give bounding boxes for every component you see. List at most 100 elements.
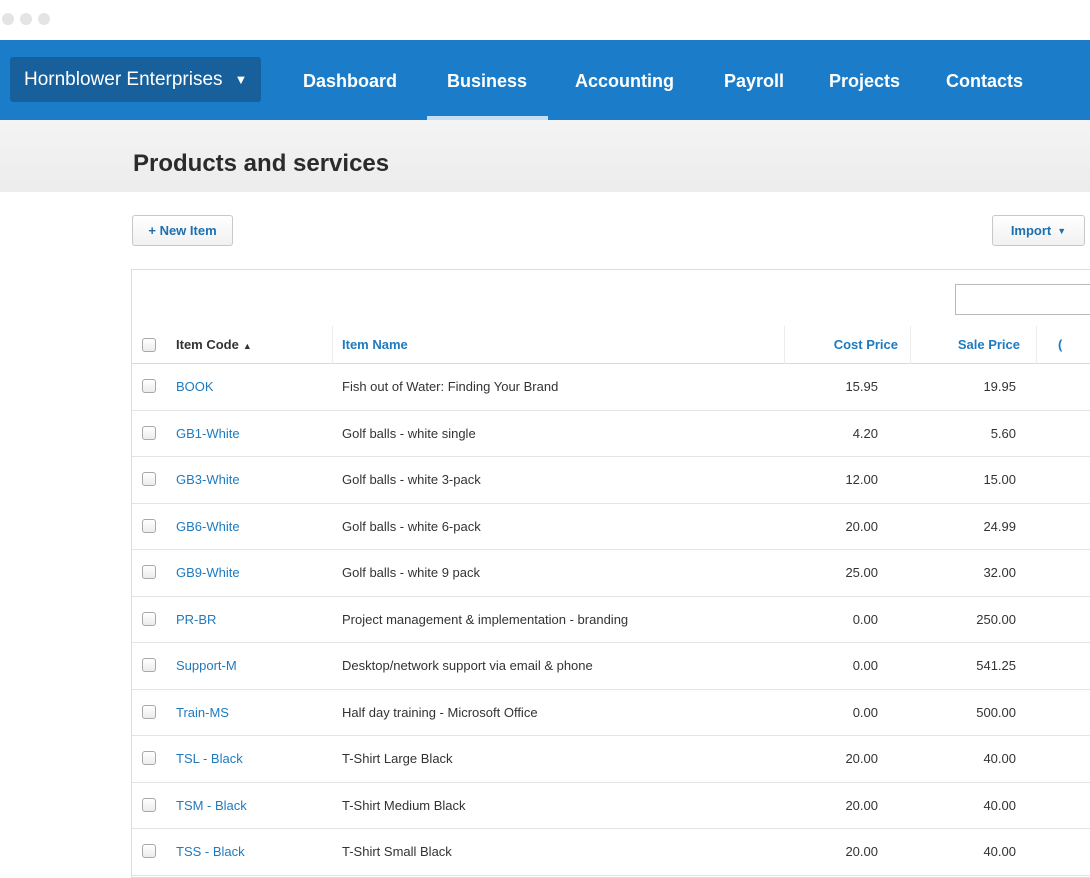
sale-price: 32.00 [983,565,1016,580]
cost-price: 0.00 [852,658,878,673]
row-checkbox[interactable] [142,658,156,672]
cost-price: 15.95 [845,379,878,394]
item-name: Golf balls - white 9 pack [342,565,481,580]
item-name: Fish out of Water: Finding Your Brand [342,379,559,394]
cost-price: 20.00 [845,844,878,859]
item-name: T-Shirt Large Black [342,751,453,766]
row-checkbox[interactable] [142,704,156,719]
sale-price: 5.60 [990,425,1016,441]
sale-price: 19.95 [983,379,1016,394]
nav-tab-contacts[interactable]: Contacts [946,40,1023,120]
window-close-icon[interactable] [2,13,14,25]
item-name: Half day training - Microsoft Office [342,704,538,720]
window-titlebar [0,0,1090,40]
item-name: T-Shirt Small Black [342,844,452,859]
table-row: PR-BR Project management & implementatio… [132,597,1090,643]
item-name: Golf balls - white 6-pack [342,518,481,534]
item-code-link[interactable]: Train-MS [176,690,229,736]
search-input[interactable] [955,284,1090,315]
item-code-link[interactable]: TSS - Black [176,829,245,875]
cost-price: 20.00 [845,797,878,813]
table-row: TSM - Black T-Shirt Medium Black 20.00 4… [132,783,1090,829]
item-code-link[interactable]: GB1-White [176,411,240,457]
import-button-label: Import [1010,223,1052,238]
item-name: Desktop/network support via email & phon… [342,658,593,673]
row-checkbox[interactable] [142,611,156,626]
select-all-checkbox[interactable] [142,338,156,352]
cost-price: 0.00 [852,704,878,720]
item-code-link[interactable]: GB6-White [176,504,240,550]
import-button[interactable]: Import ▼ [992,215,1085,246]
nav-tab-projects[interactable]: Projects [829,40,900,120]
sale-price: 250.00 [976,611,1016,627]
nav-tab-payroll[interactable]: Payroll [724,40,784,120]
item-code-link[interactable]: Support-M [176,643,237,689]
column-divider [910,326,911,364]
caret-down-icon: ▼ [234,72,248,87]
row-checkbox[interactable] [142,518,156,533]
table-row: GB6-White Golf balls - white 6-pack 20.0… [132,504,1090,550]
row-checkbox[interactable] [142,844,156,858]
sort-ascending-icon: ▲ [242,341,252,351]
sale-price: 40.00 [983,797,1016,813]
item-code-link[interactable]: TSM - Black [176,783,247,829]
item-code-link[interactable]: TSL - Black [176,736,243,782]
table-row: GB9-White Golf balls - white 9 pack 25.0… [132,550,1090,597]
table-row: Support-M Desktop/network support via em… [132,643,1090,690]
table-header: Item Code ▲ Item Name Cost Price Sale Pri… [132,326,1090,364]
item-name: Golf balls - white single [342,425,476,441]
nav-tab-dashboard[interactable]: Dashboard [303,40,397,120]
products-table-panel: Item Code ▲ Item Name Cost Price Sale Pri… [131,269,1090,878]
column-header-cost-price[interactable]: Cost Price [772,326,898,364]
row-checkbox[interactable] [142,379,156,393]
item-name: Golf balls - white 3-pack [342,472,481,487]
window-zoom-icon[interactable] [38,13,50,25]
top-navigation: Hornblower Enterprises ▼ Dashboard Busin… [0,40,1090,120]
item-name: T-Shirt Medium Black [342,797,466,813]
organization-name: Hornblower Enterprises [24,69,223,90]
item-name: Project management & implementation - br… [342,611,629,627]
row-checkbox[interactable] [142,425,156,440]
item-code-link[interactable]: PR-BR [176,597,216,643]
row-checkbox[interactable] [142,797,156,812]
sale-price: 500.00 [976,704,1016,720]
nav-tab-accounting[interactable]: Accounting [575,40,674,120]
organization-switcher[interactable]: Hornblower Enterprises ▼ [10,57,261,102]
sale-price: 24.99 [983,518,1016,534]
table-row: TSS - Black T-Shirt Small Black 20.00 40… [132,829,1090,876]
table-row: GB3-White Golf balls - white 3-pack 12.0… [132,457,1090,504]
column-header-sale-price[interactable]: Sale Price [912,326,1020,364]
cost-price: 0.00 [852,611,878,627]
caret-down-icon: ▼ [1057,225,1067,236]
column-header-label: Item Code [176,337,239,352]
table-row: GB1-White Golf balls - white single 4.20… [132,411,1090,457]
cost-price: 25.00 [845,565,878,580]
table-row: BOOK Fish out of Water: Finding Your Bra… [132,364,1090,411]
sale-price: 40.00 [983,751,1016,766]
row-checkbox[interactable] [142,751,156,765]
column-divider [1036,326,1037,364]
item-code-link[interactable]: GB9-White [176,550,240,596]
row-checkbox[interactable] [142,472,156,486]
cost-price: 12.00 [845,472,878,487]
products-table: Item Code ▲ Item Name Cost Price Sale Pri… [132,326,1090,876]
row-checkbox[interactable] [142,565,156,579]
sale-price: 15.00 [983,472,1016,487]
item-code-link[interactable]: GB3-White [176,457,240,503]
sale-price: 40.00 [983,844,1016,859]
page-title: Products and services [133,150,390,177]
sale-price: 541.25 [976,658,1016,673]
new-item-button[interactable]: + New Item [132,215,233,246]
nav-tab-business[interactable]: Business [426,40,549,120]
cost-price: 20.00 [845,518,878,534]
column-header-item-name[interactable]: Item Name [342,326,408,364]
window-minimize-icon[interactable] [20,13,32,25]
column-header-item-code[interactable]: Item Code ▲ [176,326,252,365]
page-header: Products and services [0,120,1090,192]
table-row: TSL - Black T-Shirt Large Black 20.00 40… [132,736,1090,783]
column-divider [332,326,333,364]
cost-price: 4.20 [852,425,878,441]
item-code-link[interactable]: BOOK [176,364,214,410]
column-header-truncated[interactable]: ( [1058,326,1062,364]
cost-price: 20.00 [845,751,878,766]
